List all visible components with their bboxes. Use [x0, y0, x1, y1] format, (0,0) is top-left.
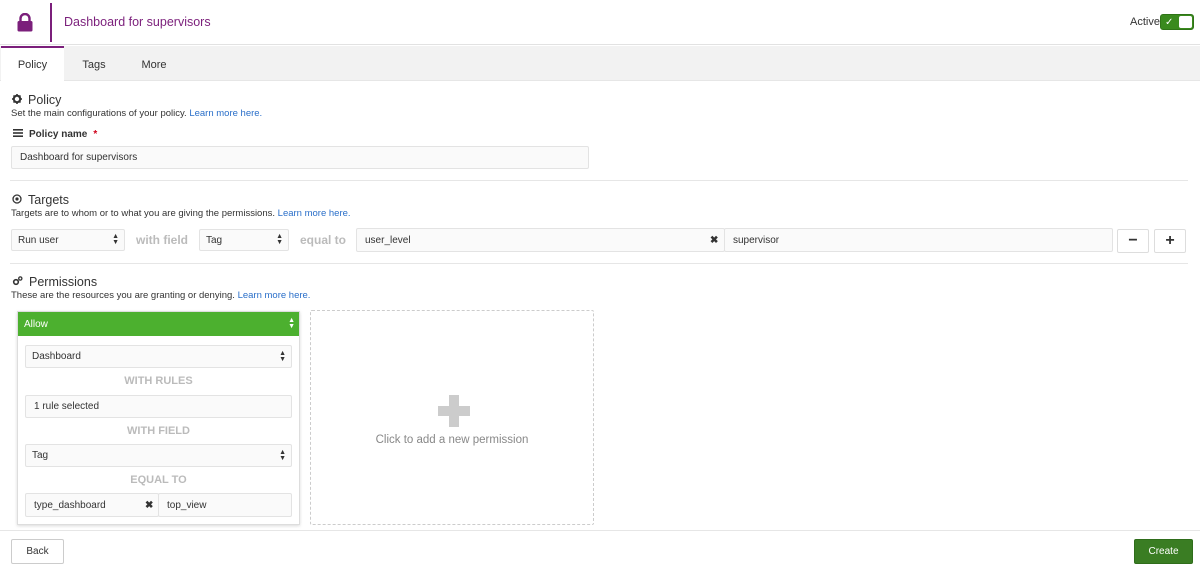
section-divider: [10, 180, 1188, 181]
active-toggle[interactable]: ✓: [1160, 14, 1194, 30]
select-arrows-icon: ▲ ▼: [288, 317, 295, 330]
select-arrows-icon: ▲ ▼: [112, 233, 119, 246]
cogs-icon: [12, 275, 23, 289]
add-target-button[interactable]: +: [1154, 229, 1186, 253]
with-field-label: with field: [136, 233, 188, 247]
plus-icon: [438, 395, 470, 427]
lock-icon: [0, 0, 50, 45]
permissions-description: These are the resources you are granting…: [11, 290, 310, 301]
permission-rules-input[interactable]: 1 rule selected: [25, 395, 292, 418]
tab-tags[interactable]: Tags: [66, 46, 122, 81]
create-button[interactable]: Create: [1134, 539, 1193, 564]
target-value-input[interactable]: supervisor: [724, 228, 1113, 252]
select-arrows-icon: ▲ ▼: [276, 233, 283, 246]
policy-description: Set the main configurations of your poli…: [11, 108, 262, 119]
required-mark: *: [93, 129, 98, 140]
active-label: Active: [1130, 16, 1160, 28]
permission-effect-select[interactable]: Allow ▲ ▼: [18, 312, 299, 336]
policy-title-text: Policy: [28, 93, 62, 107]
select-arrows-icon: ▲ ▼: [279, 448, 286, 462]
check-icon: ✓: [1165, 17, 1174, 28]
target-icon: [12, 193, 22, 207]
targets-section-title: Targets: [12, 193, 69, 207]
with-field-label: WITH FIELD: [127, 425, 190, 437]
permission-resource-select[interactable]: Dashboard ▲ ▼: [25, 345, 292, 368]
target-field-select[interactable]: Tag ▲ ▼: [199, 229, 289, 251]
permission-key-input[interactable]: type_dashboard: [25, 493, 159, 517]
policy-description-text: Set the main configurations of your poli…: [11, 108, 187, 119]
permission-card: Allow ▲ ▼ Dashboard ▲ ▼ WITH RULES 1 rule …: [17, 311, 300, 525]
add-permission-area[interactable]: Click to add a new permission: [310, 310, 594, 525]
footer-bar: Back Create: [0, 530, 1200, 568]
policy-learn-more-link[interactable]: Learn more here.: [189, 108, 262, 119]
tab-more[interactable]: More: [126, 46, 182, 81]
permission-value-input[interactable]: top_view: [158, 493, 292, 517]
policy-section-title: Policy: [12, 93, 61, 107]
header-divider: [50, 3, 52, 42]
clear-key-icon[interactable]: ✖: [145, 500, 153, 511]
back-button[interactable]: Back: [11, 539, 64, 564]
gear-icon: [12, 93, 22, 107]
permission-resource-value: Dashboard: [32, 351, 81, 362]
policy-name-input[interactable]: Dashboard for supervisors: [11, 146, 589, 169]
policy-name-label: Policy name *: [13, 129, 97, 140]
permissions-description-text: These are the resources you are granting…: [11, 290, 235, 301]
bars-icon: [13, 129, 23, 140]
target-type-select[interactable]: Run user ▲ ▼: [11, 229, 125, 251]
permissions-title-text: Permissions: [29, 275, 98, 289]
permission-field-select[interactable]: Tag ▲ ▼: [25, 444, 292, 467]
policy-name-label-text: Policy name: [29, 129, 88, 140]
section-divider: [10, 263, 1188, 264]
add-permission-text: Click to add a new permission: [375, 434, 529, 446]
select-arrows-icon: ▲ ▼: [279, 349, 286, 363]
permissions-learn-more-link[interactable]: Learn more here.: [238, 290, 311, 301]
permission-field-value: Tag: [32, 450, 49, 461]
remove-target-button[interactable]: −: [1117, 229, 1149, 253]
permissions-section-title: Permissions: [12, 275, 97, 289]
page-title: Dashboard for supervisors: [64, 15, 211, 29]
toggle-knob: [1179, 16, 1192, 28]
equal-to-label: EQUAL TO: [130, 474, 187, 486]
equal-to-label: equal to: [300, 233, 347, 247]
target-field-value: Tag: [206, 234, 223, 246]
app-header: Dashboard for supervisors Active ✓: [0, 0, 1200, 45]
with-rules-label: WITH RULES: [124, 375, 193, 387]
targets-description-text: Targets are to whom or to what you are g…: [11, 208, 276, 219]
targets-title-text: Targets: [28, 193, 69, 207]
targets-learn-more-link[interactable]: Learn more here.: [278, 208, 351, 219]
target-key-input[interactable]: user_level: [356, 228, 725, 252]
target-type-value: Run user: [18, 234, 59, 246]
tab-bar: Policy Tags More: [0, 46, 1200, 82]
tab-policy[interactable]: Policy: [1, 46, 64, 82]
permission-effect-value: Allow: [24, 318, 48, 330]
targets-description: Targets are to whom or to what you are g…: [11, 208, 351, 219]
clear-key-icon[interactable]: ✖: [710, 235, 718, 246]
